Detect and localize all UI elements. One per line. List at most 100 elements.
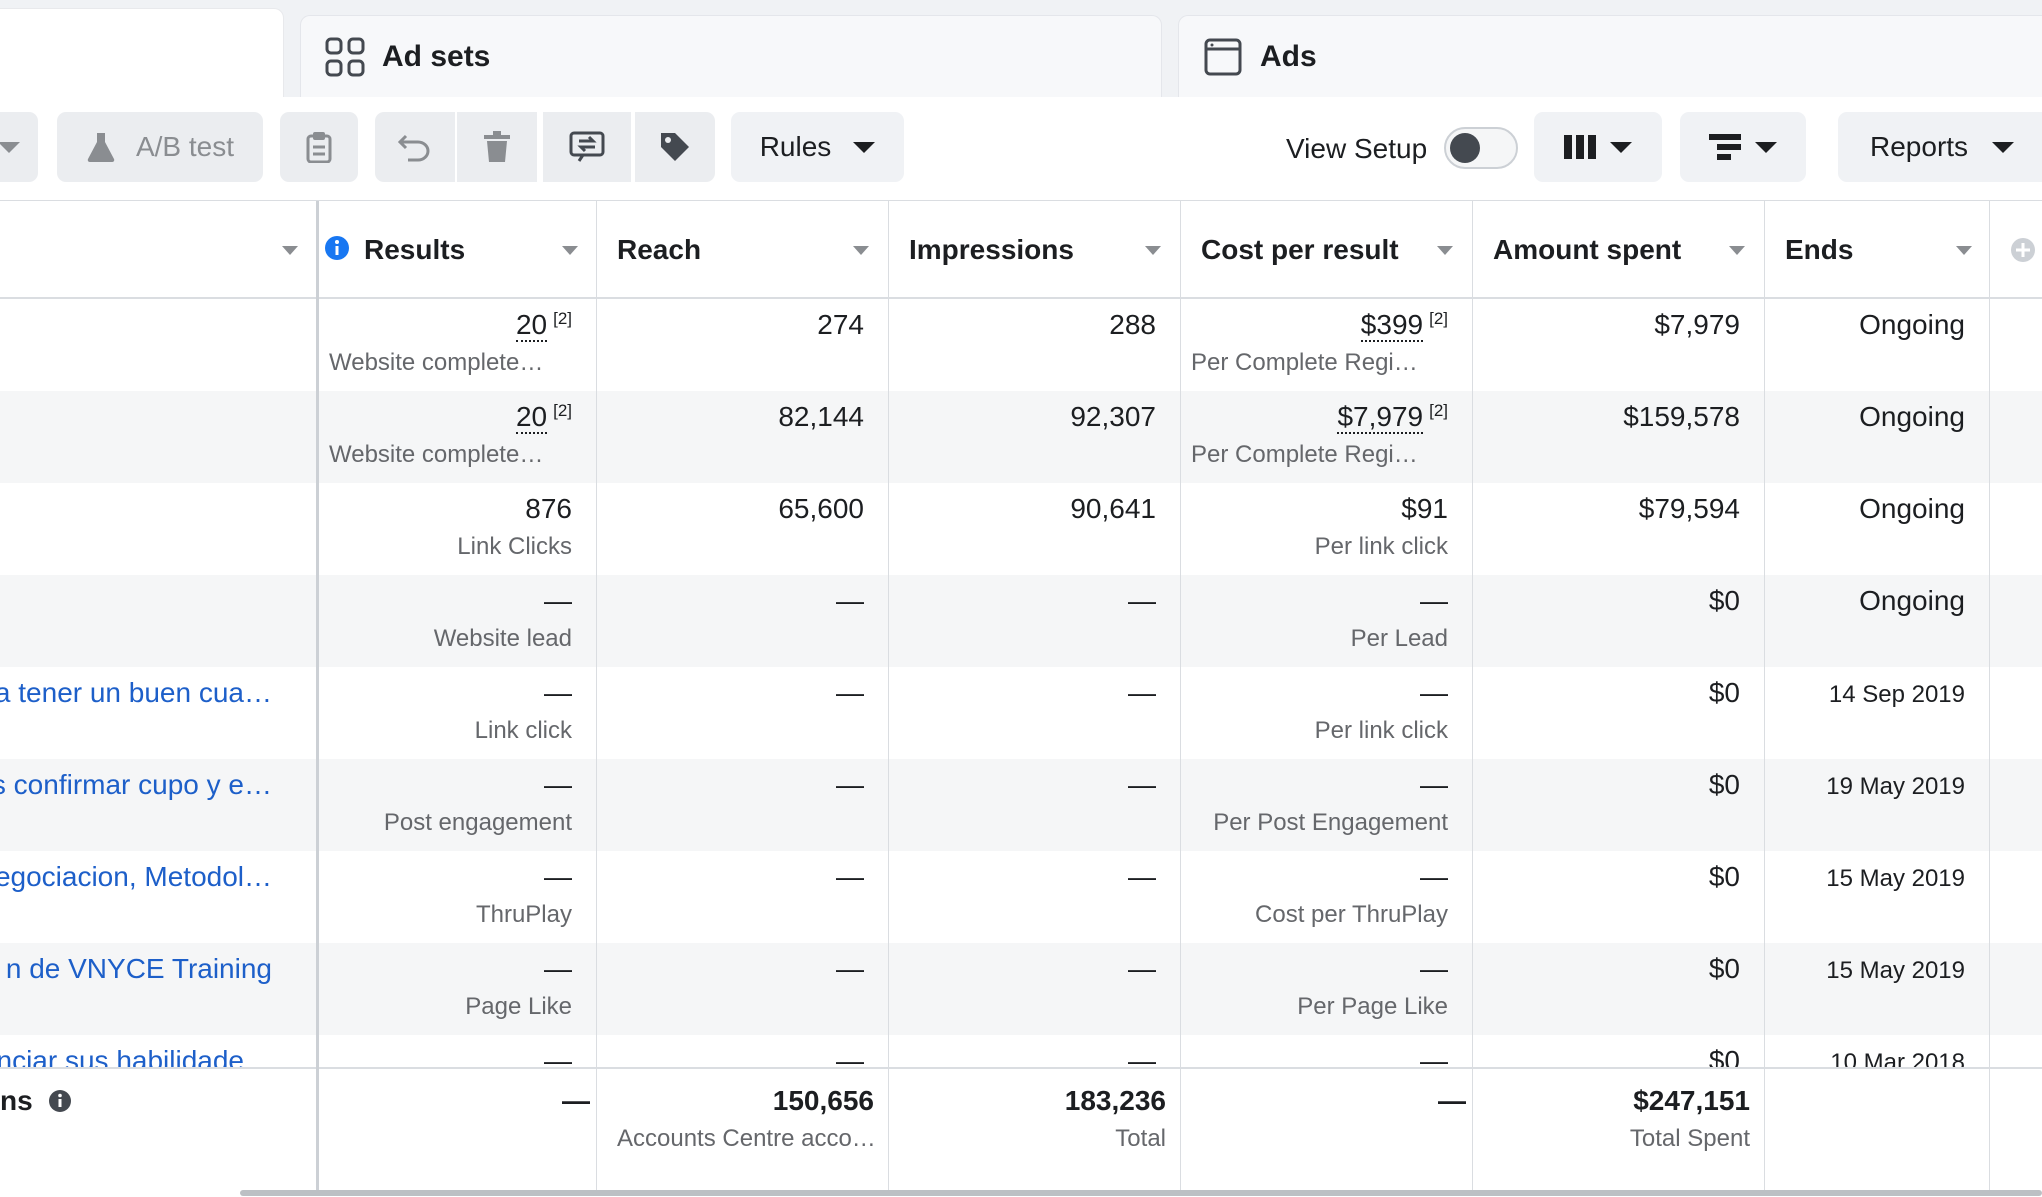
cost-per-result-cell: $91 Per link click <box>1181 483 1472 575</box>
impressions-cell: — <box>889 1035 1180 1067</box>
results-value: — <box>544 861 572 893</box>
cost-per-result-cell: — <box>1181 1035 1472 1067</box>
campaign-name-link[interactable]: enciar sus habilidade… <box>0 1045 272 1067</box>
create-dropdown-button[interactable] <box>0 112 38 182</box>
results-value: — <box>544 1045 572 1067</box>
impressions-value: 90,641 <box>1070 493 1156 524</box>
footer-reach-sub: Accounts Centre acco… <box>617 1125 876 1152</box>
toolbar: A/B test Rules View Setup Reports <box>0 97 2042 201</box>
cost-per-result-number: — <box>1420 861 1448 892</box>
cost-per-result-type: Per Complete Regi… <box>1191 349 1418 376</box>
ab-test-label: A/B test <box>135 131 235 162</box>
table-row[interactable]: s confirmar cupo y e… — Post engagement — — —… <box>0 759 2042 851</box>
ends-cell: Ongoing <box>1765 299 1989 391</box>
results-number: 876 <box>525 493 572 524</box>
amount-spent-value: $0 <box>1708 769 1740 800</box>
ends-value: Ongoing <box>1859 401 1965 432</box>
cost-per-result-type: Per link click <box>1314 533 1448 560</box>
impressions-sort-icon[interactable] <box>1145 246 1161 255</box>
ends-cell: Ongoing <box>1765 575 1989 667</box>
column-divider[interactable] <box>596 201 597 1191</box>
chevron-down-icon <box>1755 141 1777 153</box>
ends-header-label: Ends <box>1785 234 1854 265</box>
results-cell: — Website lead <box>319 575 596 667</box>
cost-per-result-value: — <box>1420 769 1448 801</box>
undo-button[interactable] <box>375 112 455 182</box>
view-setup-toggle[interactable] <box>1444 127 1518 169</box>
cost-per-result-cell: — Per Post Engagement <box>1181 759 1472 851</box>
column-divider[interactable] <box>316 201 319 1191</box>
amount-spent-cell: $159,578 <box>1473 391 1764 483</box>
table-row[interactable]: 20 [2] Website complete… 274 288 $399 [2] Per C… <box>0 299 2042 391</box>
results-sort-icon[interactable] <box>562 246 578 255</box>
column-header-amount-spent[interactable]: Amount spent <box>1493 201 1681 299</box>
cost-per-result-sort-icon[interactable] <box>1437 246 1453 255</box>
impressions-value: 288 <box>1109 309 1156 340</box>
table-row[interactable]: — Website lead — — — Per Lead $0 Ongoing <box>0 575 2042 667</box>
column-header-cost-per-result[interactable]: Cost per result <box>1201 201 1399 299</box>
column-divider[interactable] <box>1180 201 1181 1191</box>
table-row[interactable]: n de VNYCE Training — Page Like — — — Per Page… <box>0 943 2042 1035</box>
campaign-name-link[interactable]: egociacion, Metodol… <box>0 861 272 893</box>
delete-button[interactable] <box>457 112 537 182</box>
results-number: — <box>544 861 572 892</box>
table-row[interactable]: 876 Link Clicks 65,600 90,641 $91 Per link cl… <box>0 483 2042 575</box>
cost-per-result-value: — <box>1420 861 1448 893</box>
amount-spent-value: $0 <box>1708 677 1740 708</box>
results-number[interactable]: 20 <box>515 309 548 343</box>
info-icon[interactable] <box>48 1089 72 1113</box>
ab-test-button[interactable]: A/B test <box>57 112 263 182</box>
campaign-name-link[interactable]: ara tener un buen cua… <box>0 677 272 709</box>
results-number[interactable]: 20 <box>515 401 548 435</box>
tag-button[interactable] <box>635 112 715 182</box>
tab-ads[interactable]: Ads <box>1178 15 2042 98</box>
column-divider[interactable] <box>1764 201 1765 1191</box>
column-header-reach[interactable]: Reach <box>617 201 701 299</box>
reach-cell: — <box>597 575 888 667</box>
reach-cell: — <box>597 1035 888 1067</box>
compare-button[interactable] <box>543 112 631 182</box>
amount-spent-sort-icon[interactable] <box>1729 246 1745 255</box>
rules-dropdown-button[interactable]: Rules <box>731 112 904 182</box>
column-header-results[interactable]: Results <box>324 201 465 299</box>
column-header-impressions[interactable]: Impressions <box>909 201 1074 299</box>
columns-dropdown-button[interactable] <box>1534 112 1662 182</box>
table-row[interactable]: egociacion, Metodol… — ThruPlay — — — Cost per… <box>0 851 2042 943</box>
horizontal-scrollbar[interactable] <box>240 1190 2042 1196</box>
footer-name-label: ns <box>0 1085 33 1116</box>
reports-dropdown-button[interactable]: Reports <box>1838 112 2042 182</box>
impressions-value: — <box>1128 677 1156 708</box>
table-row[interactable]: ara tener un buen cua… — Link click — — — Per … <box>0 667 2042 759</box>
trash-icon <box>484 131 510 162</box>
columns-icon <box>1564 135 1596 159</box>
column-divider[interactable] <box>888 201 889 1191</box>
cost-per-result-number[interactable]: $7,979 <box>1337 401 1424 435</box>
amount-spent-value: $79,594 <box>1638 493 1740 524</box>
reach-sort-icon[interactable] <box>853 246 869 255</box>
table-row[interactable]: 20 [2] Website complete… 82,144 92,307 $7,979… <box>0 391 2042 483</box>
impressions-cell: 288 <box>889 299 1180 391</box>
column-header-ends[interactable]: Ends <box>1785 201 1853 299</box>
results-header-label: Results <box>364 234 466 265</box>
name-column-sort-icon[interactable] <box>282 246 298 255</box>
campaign-name-link[interactable]: s confirmar cupo y e… <box>0 769 272 801</box>
duplicate-button[interactable] <box>280 112 358 182</box>
results-number: — <box>544 677 572 708</box>
amount-spent-value: $0 <box>1708 861 1740 892</box>
cost-per-result-number[interactable]: $399 <box>1360 309 1424 343</box>
breakdown-dropdown-button[interactable] <box>1680 112 1806 182</box>
tab-ad-sets[interactable]: Ad sets <box>300 15 1162 98</box>
column-divider[interactable] <box>1989 201 1990 1191</box>
cost-per-result-type: Per Page Like <box>1297 993 1448 1020</box>
column-divider[interactable] <box>1472 201 1473 1191</box>
reach-value: 65,600 <box>778 493 864 524</box>
add-column-icon[interactable] <box>2010 237 2036 263</box>
table-row[interactable]: enciar sus habilidade… — — — — $0 10 Mar 2018 <box>0 1035 2042 1067</box>
results-value: 20 [2] <box>515 401 572 435</box>
campaign-name-link[interactable]: n de VNYCE Training <box>6 953 272 985</box>
tab-campaigns[interactable] <box>0 8 284 100</box>
results-cell: 20 [2] Website complete… <box>319 391 596 483</box>
cost-per-result-cell: $399 [2] Per Complete Regi… <box>1181 299 1472 391</box>
ends-sort-icon[interactable] <box>1956 246 1972 255</box>
footer-reach: 150,656 <box>772 1085 874 1116</box>
